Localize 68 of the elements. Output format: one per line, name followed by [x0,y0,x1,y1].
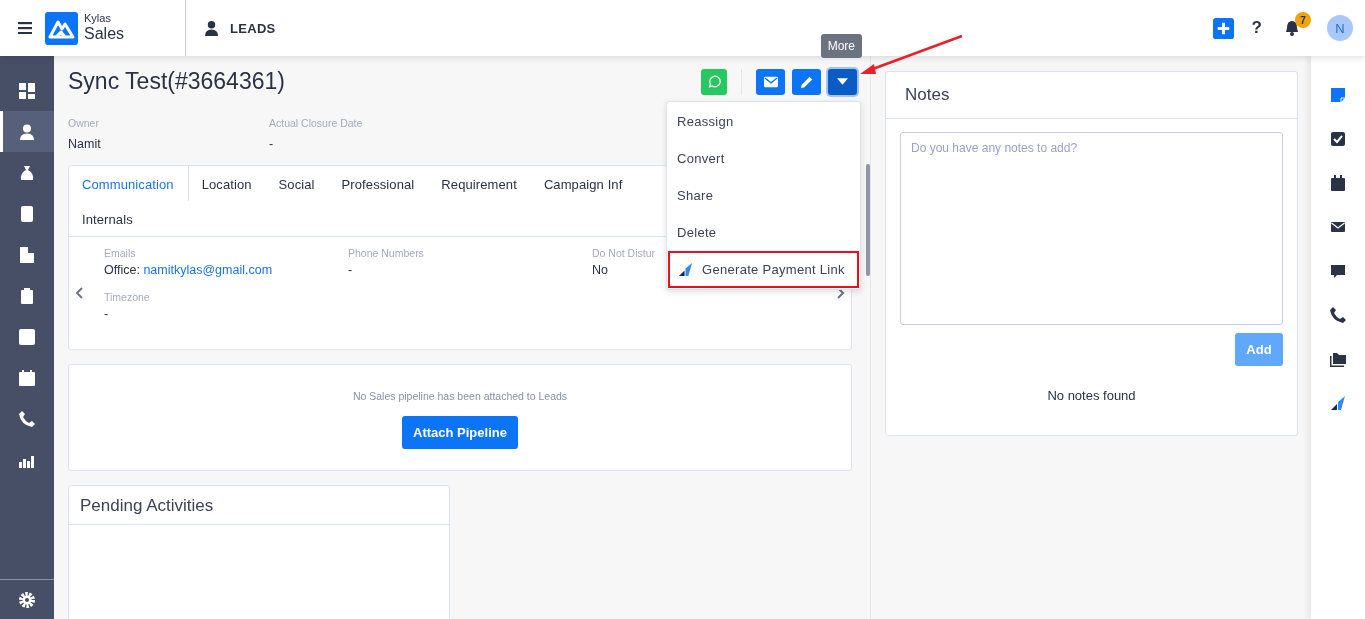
tab[interactable]: Location [188,166,266,201]
notes-field[interactable]: Do you have any notes to add? [900,132,1283,325]
calendar-icon[interactable] [1330,175,1346,191]
field-label: Emails [104,247,136,259]
settings-icon[interactable] [19,591,35,608]
moneybag-icon [19,164,35,181]
section-title: LEADS [230,20,276,36]
field-value: Namit [68,137,102,151]
tab[interactable]: Requirement [428,166,531,201]
field-label: Phone Numbers [348,247,424,259]
field-label: Actual Closure Date [269,117,364,129]
logo-icon[interactable] [45,11,78,45]
mail-icon[interactable] [1330,219,1346,235]
email-button[interactable] [756,68,785,95]
menu-item[interactable]: Share [667,176,860,214]
menu-item[interactable]: Reassign [667,102,860,140]
person-icon [19,123,35,140]
chevron-left-icon[interactable] [75,287,83,299]
empty-message: No notes found [1047,388,1136,403]
field-label: Owner [68,117,100,129]
product-name: Sales [84,25,125,44]
app-name: Kylas [84,12,112,26]
tab[interactable]: Campaign Inf [530,166,637,201]
scrollbar-thumb[interactable] [866,164,870,276]
chat-icon[interactable] [1330,263,1346,279]
help-icon[interactable]: ? [1251,18,1262,38]
card-title: Pending Activities [80,496,214,515]
more-button[interactable] [828,68,857,95]
caret-icon [837,78,848,85]
menu-item[interactable]: Convert [667,139,860,177]
chat-bubble-icon [707,74,721,89]
tab[interactable]: Social [265,166,329,201]
record-title: Sync Test(#3664361) [68,68,285,95]
note-icon[interactable] [1330,87,1346,103]
pencil-icon [799,74,814,89]
payment-icon[interactable] [1330,395,1346,411]
bell-icon[interactable] [1285,20,1299,36]
tab[interactable]: Communication [69,166,189,201]
tab[interactable]: Professional [328,166,429,201]
edit-button[interactable] [792,68,821,95]
email-link[interactable]: namitkylas@gmail.com [143,263,273,277]
field-label: Timezone [104,291,150,303]
field-value: No [592,263,608,277]
attach-pipeline-button[interactable]: Attach Pipeline [402,416,518,449]
empty-message: No Sales pipeline has been attached to Leads [352,390,568,402]
menu-item[interactable]: Delete [667,213,860,251]
calendar-icon [19,369,35,386]
tab[interactable]: Internals [69,201,147,236]
payment-icon [678,261,693,277]
card-title: Notes [905,85,950,105]
field-value: - [104,307,109,321]
phone-icon [19,410,35,427]
dashboard-icon [19,82,35,99]
folders-icon[interactable] [1330,351,1346,367]
field-value: Office: namitkylas@gmail.com [104,263,273,277]
chevron-right-icon[interactable] [837,287,845,299]
notification-badge: 7 [1295,12,1311,28]
person-icon [205,20,219,36]
envelope-icon [763,74,778,89]
menu-icon[interactable] [18,22,32,34]
add-icon[interactable] [1212,17,1234,39]
clipboard-icon [19,287,35,304]
sidebar-item[interactable] [0,111,54,152]
field-value: - [348,263,353,277]
phone-icon[interactable] [1330,307,1346,323]
field-label: Do Not Distur [592,247,655,259]
menu-item[interactable]: Generate Payment Link [668,250,859,288]
field-value: - [269,137,275,151]
